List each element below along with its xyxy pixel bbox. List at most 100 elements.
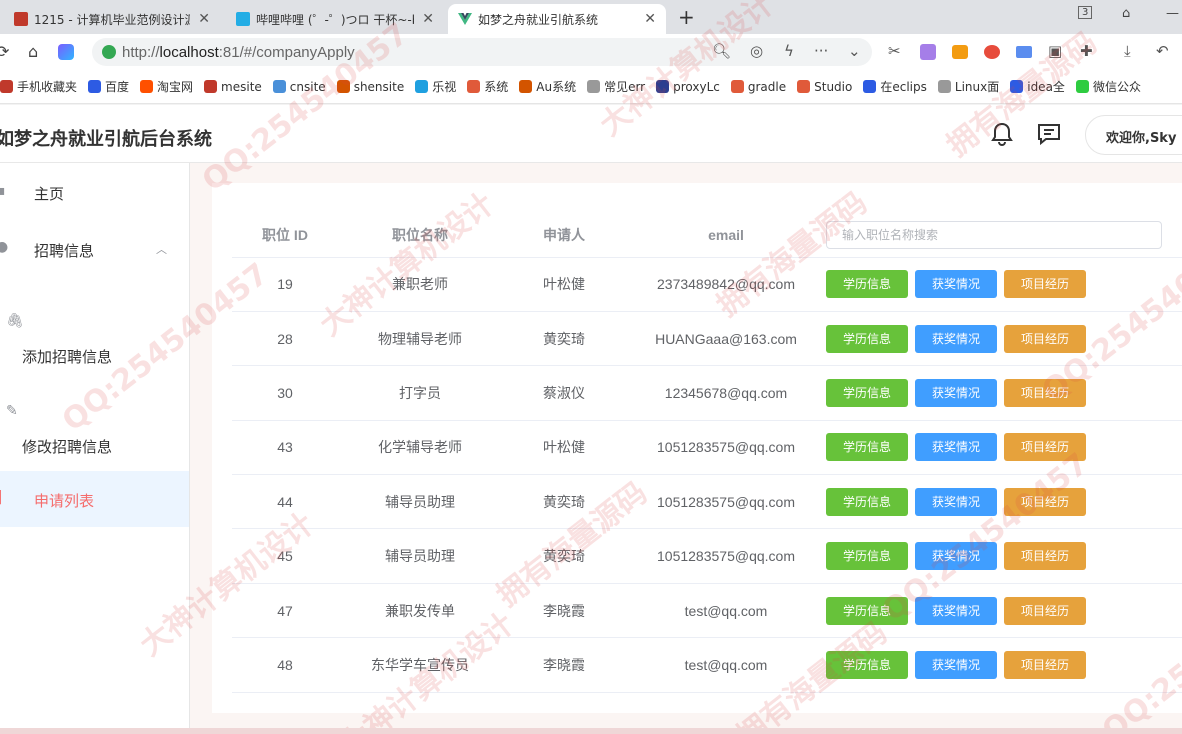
sidebar-item-apply-list[interactable]: | 申请列表 [0,471,189,527]
sidebar-item-add-recruit[interactable]: 添加招聘信息 [0,335,189,375]
mail-icon[interactable] [1016,46,1032,58]
bookmark-icon [937,80,951,93]
bookmark-item[interactable]: gradle [730,80,786,94]
bell-icon[interactable] [988,120,1016,148]
lightning-icon[interactable]: ϟ [784,42,794,60]
edu-info-button[interactable]: 学历信息 [826,596,908,625]
bookmark-item[interactable]: shensite [336,80,404,94]
bookmark-item[interactable]: 淘宝网 [140,78,193,95]
app-title: 如梦之舟就业引航后台系统 [0,129,212,150]
award-button[interactable]: 获奖情况 [915,596,997,625]
bookmark-item[interactable]: 手机收藏夹 [0,78,77,95]
bookmark-item[interactable]: 系统 [467,78,508,95]
bookmark-item[interactable]: cnsite [272,80,326,94]
edu-info-button[interactable]: 学历信息 [826,270,908,299]
cell-title: 兼职老师 [338,257,502,312]
col-header-title: 职位名称 [338,213,502,258]
project-button[interactable]: 项目经历 [1004,650,1086,679]
home-icon[interactable]: ⌂ [28,42,38,61]
sidebar-item-recruit[interactable]: ● 招聘信息 ︿ [0,219,189,275]
edu-info-button[interactable]: 学历信息 [826,487,908,516]
bookmark-item[interactable]: 在eclips [863,78,927,95]
edu-info-button[interactable]: 学历信息 [826,324,908,353]
award-button[interactable]: 获奖情况 [915,270,997,299]
cell-actions: 学历信息 获奖情况 项目经历 [826,311,1182,367]
project-button[interactable]: 项目经历 [1004,270,1086,299]
bookmark-item[interactable]: Au系统 [519,78,576,95]
main-content: 职位 ID 职位名称 申请人 email 19兼职老师叶松健2373489842… [190,163,1182,734]
project-button[interactable]: 项目经历 [1004,378,1086,407]
cell-email: 2373489842@qq.com [626,257,826,312]
close-tab-icon[interactable]: ✕ [198,11,210,27]
bookmark-item[interactable]: 乐视 [415,78,456,95]
cell-email: 1051283575@qq.com [626,474,826,530]
more-icon[interactable]: ··· [814,42,828,60]
edit-icon: ✎ [6,403,18,419]
project-button[interactable]: 项目经历 [1004,324,1086,353]
cell-actions: 学历信息 获奖情况 项目经历 [826,528,1182,584]
bookmark-item[interactable]: 百度 [88,78,129,95]
bookmark-icon [88,80,102,93]
undo-icon[interactable]: ↶ [1156,42,1169,60]
compass-icon[interactable]: ◎ [750,42,763,60]
award-button[interactable]: 获奖情况 [915,542,997,571]
zoom-icon[interactable]: 🔍︎ [712,42,731,60]
award-button[interactable]: 获奖情况 [915,324,997,353]
cell-title: 东华学车宣传员 [338,637,502,693]
new-tab-icon[interactable]: + [678,5,695,29]
refresh-icon[interactable]: ⟳ [0,42,9,61]
bookmark-icon [656,80,670,93]
bookmark-item[interactable]: Studio [797,80,852,94]
project-button[interactable]: 项目经历 [1004,433,1086,462]
project-button[interactable]: 项目经历 [1004,487,1086,516]
edu-info-button[interactable]: 学历信息 [826,378,908,407]
minimize-icon[interactable]: — [1166,6,1179,21]
translate-icon[interactable] [920,44,936,60]
apply-list-panel: 职位 ID 职位名称 申请人 email 19兼职老师叶松健2373489842… [212,183,1182,713]
message-icon[interactable] [1035,120,1063,148]
cell-email: test@qq.com [626,583,826,639]
user-welcome[interactable]: 欢迎你,Sky [1085,115,1182,155]
vue-icon [458,12,472,26]
edu-info-button[interactable]: 学历信息 [826,650,908,679]
close-tab-icon[interactable]: ✕ [644,11,656,27]
cell-id: 19 [232,257,338,312]
bookmark-icon [204,80,218,93]
sidebar-item-home[interactable]: ▪ 主页 [0,163,189,219]
sidebar-item-edit-recruit[interactable]: 修改招聘信息 [0,425,189,465]
tab-count-badge[interactable]: 3 [1078,6,1093,19]
award-button[interactable]: 获奖情况 [915,650,997,679]
search-input[interactable] [826,220,1162,249]
bookmark-item[interactable]: Linux面 [937,78,999,95]
bookmark-item[interactable]: 常见err [587,78,645,95]
browser-tab-2[interactable]: 哔哩哔哩 (゜-゜)つロ 干杯~-bilibili ✕ [226,4,444,34]
bookmark-item[interactable]: idea全 [1010,78,1065,95]
table-row: 47 兼职发传单 李晓霞 test@qq.com 学历信息 获奖情况 项目经历 [232,583,1182,639]
bookmark-item[interactable]: proxyLc [656,80,720,94]
scissors-icon[interactable]: ✂ [888,42,901,60]
download-icon[interactable]: ⤓ [1124,42,1131,60]
browser-tab-3[interactable]: 如梦之舟就业引航系统 ✕ [448,4,666,34]
ai-icon[interactable] [58,44,74,60]
bookmark-icon [336,80,350,93]
award-button[interactable]: 获奖情况 [915,487,997,516]
close-tab-icon[interactable]: ✕ [422,11,434,27]
apply-table: 职位 ID 职位名称 申请人 email 19兼职老师叶松健2373489842… [232,213,1182,693]
browser-tab-bar: 1215 - 计算机毕业范例设计源 ✕ 哔哩哔哩 (゜-゜)つロ 干杯~-bil… [0,0,1182,34]
edu-info-button[interactable]: 学历信息 [826,433,908,462]
puzzle-icon[interactable]: ✚ [1080,42,1093,60]
project-button[interactable]: 项目经历 [1004,542,1086,571]
game-icon[interactable] [952,45,968,59]
shirt-icon[interactable]: ⌂ [1122,6,1130,21]
bookmark-item[interactable]: 微信公众 [1075,78,1141,95]
extension-box-icon[interactable]: ▣ [1048,42,1062,60]
edu-info-button[interactable]: 学历信息 [826,542,908,571]
browser-tab-1[interactable]: 1215 - 计算机毕业范例设计源 ✕ [4,4,220,34]
award-button[interactable]: 获奖情况 [915,433,997,462]
weibo-icon[interactable] [984,45,1000,59]
chevron-down-icon[interactable]: ⌄ [848,42,861,60]
table-row: 45 辅导员助理 黄奕琦 1051283575@qq.com 学历信息 获奖情况 项目经历 [232,528,1182,584]
bookmark-item[interactable]: mesite [204,80,262,94]
project-button[interactable]: 项目经历 [1004,596,1086,625]
award-button[interactable]: 获奖情况 [915,378,997,407]
